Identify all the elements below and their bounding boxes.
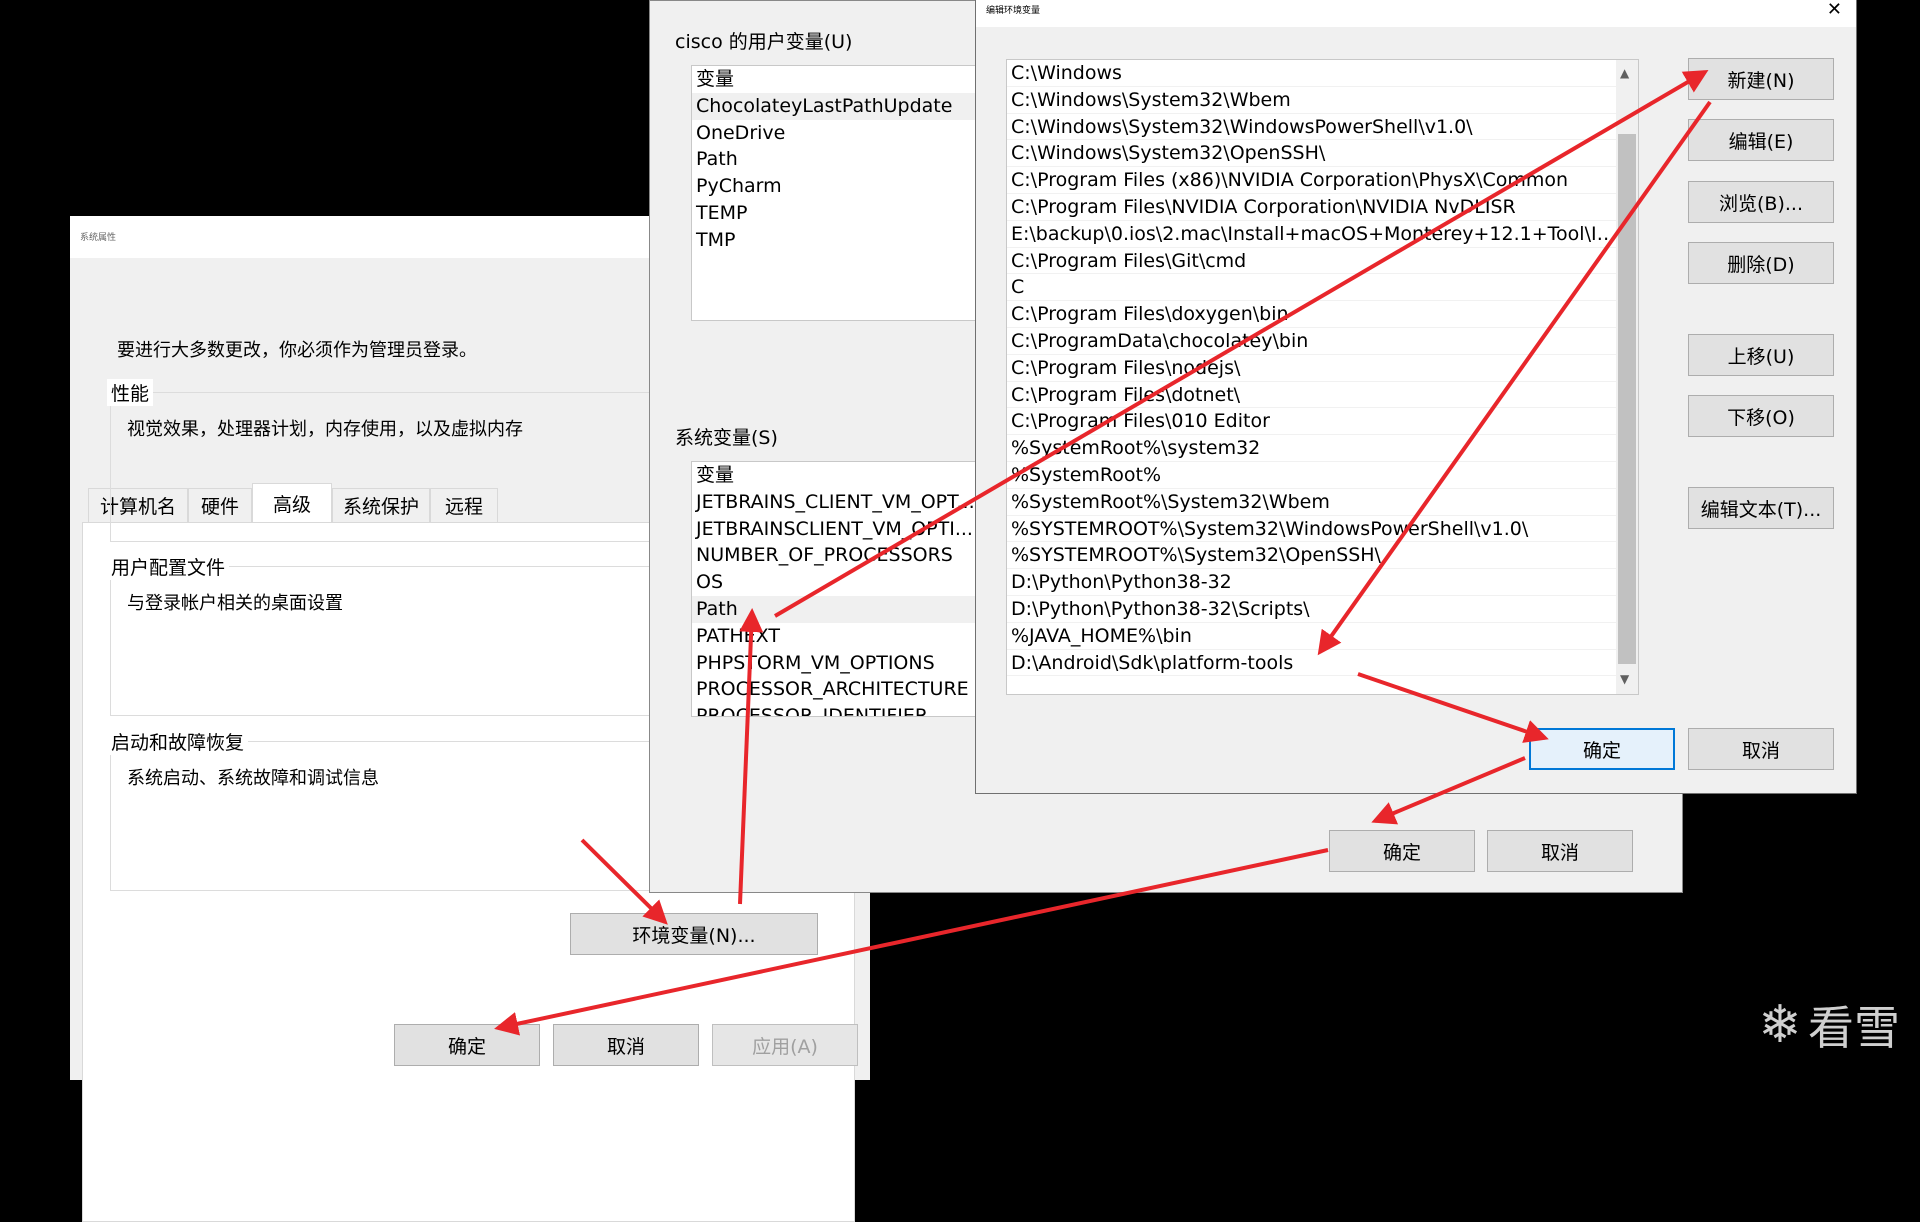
startup-recovery-desc: 系统启动、系统故障和调试信息: [127, 768, 379, 789]
sysprops-cancel-button[interactable]: 取消: [553, 1024, 699, 1066]
delete-button[interactable]: 删除(D): [1688, 242, 1834, 284]
path-entry[interactable]: D:\Python\Python38-32\Scripts\: [1007, 596, 1617, 623]
editor-titlebar: 编辑环境变量 ✕: [976, 0, 1856, 27]
path-entry[interactable]: C:\Program Files\nodejs\: [1007, 355, 1617, 382]
path-entry[interactable]: C:\Program Files\dotnet\: [1007, 382, 1617, 409]
envvars-cancel-button[interactable]: 取消: [1487, 830, 1633, 872]
editor-ok-button[interactable]: 确定: [1529, 728, 1675, 770]
window-title: 系统属性: [80, 233, 117, 243]
path-entry[interactable]: %SystemRoot%\System32\Wbem: [1007, 489, 1617, 516]
path-entry[interactable]: C:\Program Files\NVIDIA Corporation\NVID…: [1007, 194, 1617, 221]
scroll-up-icon[interactable]: ▲: [1620, 66, 1629, 80]
path-entry[interactable]: C: [1007, 274, 1617, 302]
edit-env-var-window: 编辑环境变量 ✕ C:\Windows C:\Windows\System32\…: [975, 0, 1857, 794]
path-entries-list[interactable]: C:\Windows C:\Windows\System32\Wbem C:\W…: [1006, 59, 1639, 695]
path-entry[interactable]: %SystemRoot%: [1007, 462, 1617, 489]
close-icon[interactable]: ✕: [1827, 0, 1842, 20]
path-entry[interactable]: C:\Program Files\010 Editor: [1007, 408, 1617, 436]
environment-variables-button[interactable]: 环境变量(N)...: [570, 913, 818, 955]
edit-text-button[interactable]: 编辑文本(T)...: [1688, 487, 1834, 529]
scrollbar-thumb[interactable]: [1618, 134, 1636, 664]
performance-title: 性能: [107, 379, 154, 406]
performance-group: 性能 视觉效果，处理器计划，内存使用，以及虚拟内存: [107, 379, 655, 542]
move-down-button[interactable]: 下移(O): [1688, 395, 1834, 437]
path-entry[interactable]: %SYSTEMROOT%\System32\WindowsPowerShell\…: [1007, 516, 1617, 543]
path-entry[interactable]: C:\Program Files\doxygen\bin: [1007, 301, 1617, 328]
user-profile-title: 用户配置文件: [107, 553, 230, 580]
path-entries: C:\Windows C:\Windows\System32\Wbem C:\W…: [1007, 60, 1617, 677]
path-entry[interactable]: E:\backup\0.ios\2.mac\Install+macOS+Mont…: [1007, 221, 1617, 248]
scroll-down-icon[interactable]: ▼: [1620, 672, 1629, 686]
path-entry[interactable]: C:\Program Files\Git\cmd: [1007, 248, 1617, 275]
path-entry[interactable]: C:\Windows\System32\WindowsPowerShell\v1…: [1007, 114, 1617, 141]
path-entry[interactable]: C:\Windows\System32\OpenSSH\: [1007, 140, 1617, 168]
path-entry[interactable]: D:\Android\Sdk\platform-tools: [1007, 650, 1617, 677]
path-entry[interactable]: %SystemRoot%\system32: [1007, 435, 1617, 462]
new-button[interactable]: 新建(N): [1688, 58, 1834, 100]
performance-desc: 视觉效果，处理器计划，内存使用，以及虚拟内存: [127, 419, 523, 440]
path-entry[interactable]: C:\ProgramData\chocolatey\bin: [1007, 328, 1617, 355]
admin-note: 要进行大多数更改，你必须作为管理员登录。: [117, 340, 477, 361]
path-entry[interactable]: C:\Windows: [1007, 60, 1617, 87]
editor-title: 编辑环境变量: [986, 6, 1041, 16]
path-entry[interactable]: C:\Program Files (x86)\NVIDIA Corporatio…: [1007, 167, 1617, 194]
edit-button[interactable]: 编辑(E): [1688, 119, 1834, 161]
user-profile-desc: 与登录帐户相关的桌面设置: [127, 593, 343, 614]
sysprops-ok-button[interactable]: 确定: [394, 1024, 540, 1066]
user-vars-section-title: cisco 的用户变量(U): [675, 31, 853, 53]
browse-button[interactable]: 浏览(B)...: [1688, 181, 1834, 223]
path-entry[interactable]: D:\Python\Python38-32: [1007, 569, 1617, 596]
watermark-text: 看雪: [1808, 1001, 1900, 1055]
envvars-ok-button[interactable]: 确定: [1329, 830, 1475, 872]
editor-cancel-button[interactable]: 取消: [1688, 728, 1834, 770]
startup-recovery-group: 启动和故障恢复 系统启动、系统故障和调试信息: [107, 728, 655, 891]
vertical-scrollbar[interactable]: ▲ ▼: [1616, 60, 1638, 694]
sysprops-apply-button: 应用(A): [712, 1024, 858, 1066]
startup-recovery-title: 启动和故障恢复: [107, 728, 249, 755]
system-vars-section-title: 系统变量(S): [675, 427, 778, 449]
path-entry[interactable]: %JAVA_HOME%\bin: [1007, 623, 1617, 650]
snowflake-icon: ❄: [1758, 995, 1802, 1055]
path-entry[interactable]: C:\Windows\System32\Wbem: [1007, 87, 1617, 114]
path-entry[interactable]: %SYSTEMROOT%\System32\OpenSSH\: [1007, 542, 1617, 570]
watermark: ❄ 看雪: [1758, 992, 1900, 1058]
move-up-button[interactable]: 上移(U): [1688, 334, 1834, 376]
user-profile-group: 用户配置文件 与登录帐户相关的桌面设置: [107, 553, 655, 716]
